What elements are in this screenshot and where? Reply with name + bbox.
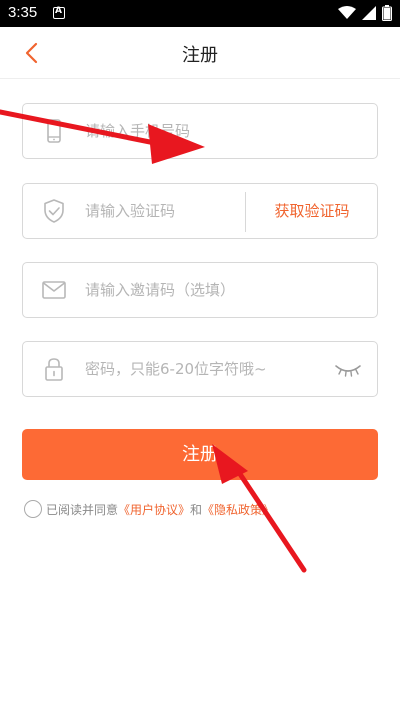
page-title: 注册 — [182, 45, 218, 66]
shield-check-icon — [44, 199, 64, 223]
mail-icon — [42, 281, 66, 299]
agreement-row: 已阅读并同意 《用户协议》 和 《隐私政策》 — [24, 498, 274, 520]
password-input[interactable] — [85, 342, 335, 396]
phone-input[interactable] — [85, 104, 365, 158]
field-divider — [245, 192, 246, 232]
password-field — [22, 341, 378, 397]
lock-icon — [45, 358, 63, 381]
status-bar: 3:35 — [0, 0, 400, 27]
phone-icon — [47, 119, 61, 143]
status-time: 3:35 — [8, 4, 38, 21]
signal-icon — [362, 6, 376, 20]
get-code-button[interactable]: 获取验证码 — [247, 184, 377, 238]
battery-icon — [382, 5, 392, 21]
invite-code-field — [22, 262, 378, 318]
privacy-policy-link[interactable]: 《隐私政策》 — [202, 501, 274, 518]
register-button[interactable]: 注册 — [22, 429, 378, 480]
status-icons — [338, 5, 392, 21]
agreement-conjunction: 和 — [190, 502, 203, 517]
agreement-prefix: 已阅读并同意 — [46, 502, 119, 517]
nav-bar: 注册 — [0, 27, 400, 79]
verification-code-field: 获取验证码 — [22, 183, 378, 239]
notification-icon — [53, 6, 65, 19]
invite-code-input[interactable] — [85, 263, 365, 317]
verification-code-input[interactable] — [85, 184, 240, 238]
user-agreement-link[interactable]: 《用户协议》 — [118, 501, 190, 518]
eye-closed-icon[interactable] — [333, 358, 363, 380]
wifi-icon — [338, 6, 356, 19]
agreement-checkbox[interactable] — [24, 500, 42, 518]
phone-field — [22, 103, 378, 159]
